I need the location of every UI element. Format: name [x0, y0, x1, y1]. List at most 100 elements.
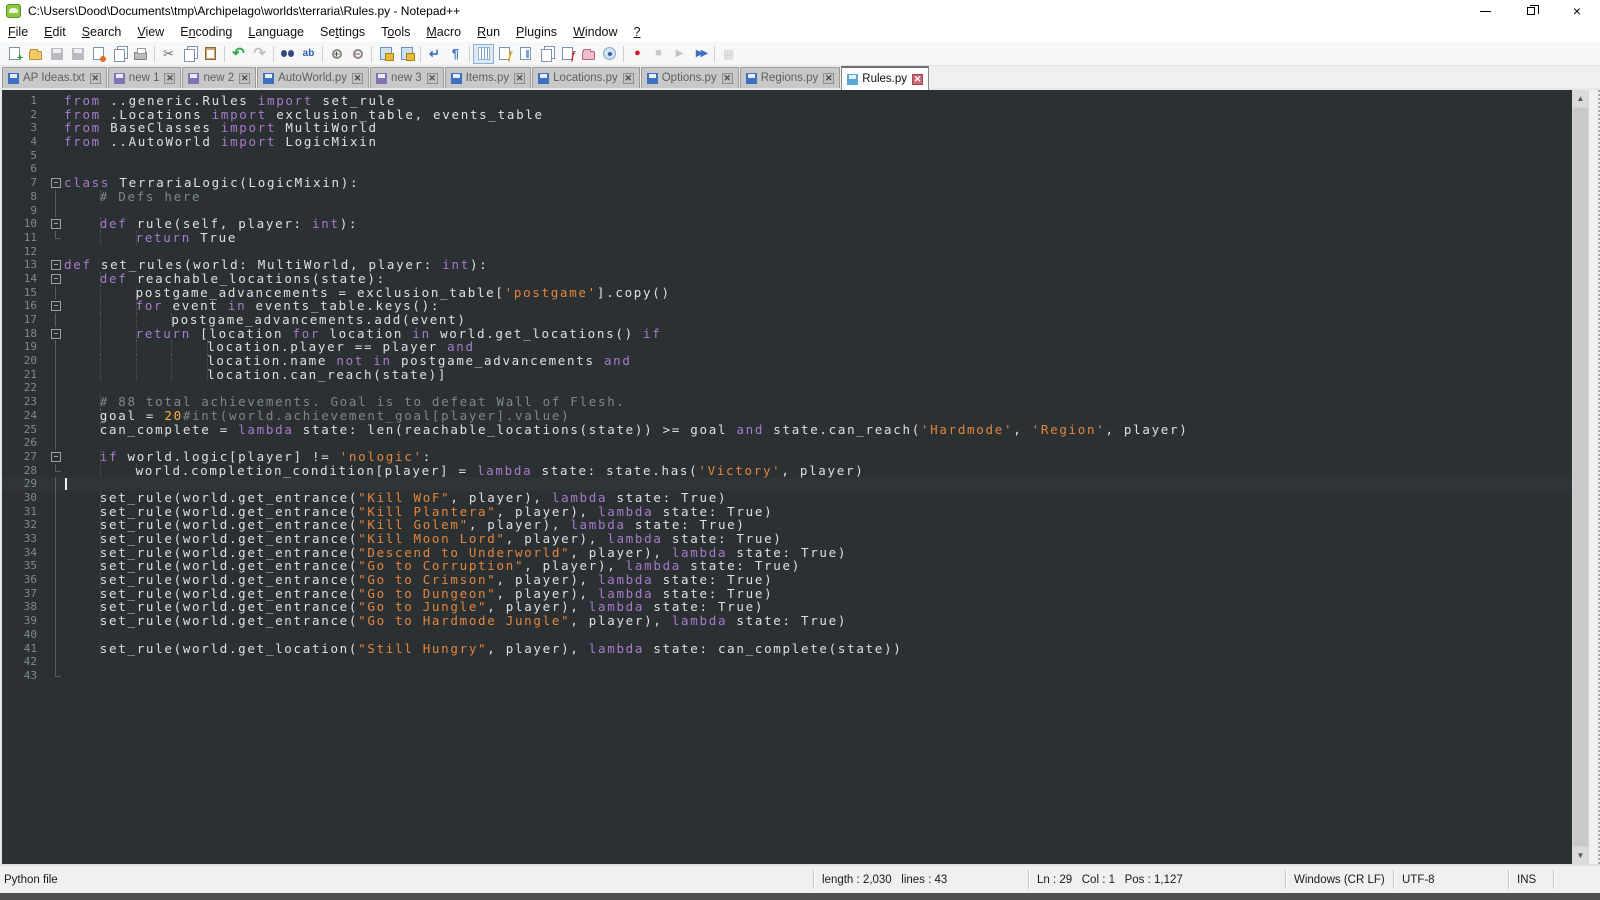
tab-close-icon[interactable]: ✕ — [164, 73, 175, 84]
title-bar: C:\Users\Dood\Documents\tmp\Archipelago\… — [0, 0, 1600, 22]
tab-locations-py[interactable]: Locations.py✕ — [532, 67, 640, 88]
menu-item-language[interactable]: Language — [240, 23, 312, 41]
scroll-down-arrow[interactable]: ▼ — [1572, 847, 1589, 864]
macro-save-icon[interactable]: ▦ — [718, 44, 739, 64]
menu-item-macro[interactable]: Macro — [418, 23, 469, 41]
macro-playback-icon[interactable]: ▶ — [669, 44, 690, 64]
document-map-icon[interactable] — [515, 44, 536, 64]
tab-ap-ideas-txt[interactable]: AP Ideas.txt✕ — [2, 67, 107, 88]
status-eol-format[interactable]: Windows (CR LF) — [1285, 870, 1393, 889]
fold-margin — [48, 135, 64, 149]
code-text — [64, 162, 1572, 176]
fold-collapse-icon[interactable] — [48, 258, 64, 272]
show-indent-guide-icon[interactable] — [473, 44, 494, 64]
status-encoding[interactable]: UTF-8 — [1393, 870, 1508, 889]
undo-icon[interactable]: ↶ — [228, 44, 249, 64]
zoom-out-icon[interactable]: − — [347, 44, 368, 64]
close-button[interactable]: × — [1554, 0, 1600, 22]
menu-item-view[interactable]: View — [129, 23, 172, 41]
menu-item-?[interactable]: ? — [626, 23, 649, 41]
zoom-in-icon[interactable]: + — [326, 44, 347, 64]
scrollbar-thumb[interactable] — [1572, 107, 1589, 847]
close-all-icon[interactable] — [109, 44, 130, 64]
macro-stop-icon[interactable]: ■ — [648, 44, 669, 64]
sync-vertical-scrolling-icon[interactable] — [375, 44, 396, 64]
tab-close-icon[interactable]: ✕ — [623, 73, 634, 84]
monitoring-icon[interactable] — [599, 44, 620, 64]
scroll-up-arrow[interactable]: ▲ — [1572, 90, 1589, 107]
code-line: 34set_rule(world.get_entrance("Descend t… — [2, 546, 1572, 560]
tab-close-icon[interactable]: ✕ — [722, 73, 733, 84]
paste-icon[interactable] — [200, 44, 221, 64]
tab-label: Items.py — [466, 72, 509, 84]
line-number: 6 — [2, 162, 48, 176]
code-line: 43 — [2, 669, 1572, 683]
code-text: return True — [64, 231, 1572, 245]
save-file-icon[interactable] — [46, 44, 67, 64]
document-list-icon[interactable] — [536, 44, 557, 64]
fold-margin — [48, 108, 64, 122]
function-list-icon[interactable]: ƒ — [494, 44, 515, 64]
line-number: 40 — [2, 628, 48, 642]
menu-item-edit[interactable]: Edit — [36, 23, 74, 41]
tab-items-py[interactable]: Items.py ✕ — [445, 67, 531, 88]
menu-item-plugins[interactable]: Plugins — [508, 23, 565, 41]
tab-close-icon[interactable]: ✕ — [514, 73, 525, 84]
menu-item-encoding[interactable]: Encoding — [172, 23, 240, 41]
tab-autoworld-py[interactable]: AutoWorld.py✕ — [257, 67, 369, 88]
fold-collapse-icon[interactable] — [48, 176, 64, 190]
function-signature-icon[interactable]: ƒ — [557, 44, 578, 64]
copy-icon[interactable] — [179, 44, 200, 64]
close-file-icon[interactable] — [88, 44, 109, 64]
menu-item-settings[interactable]: Settings — [312, 23, 373, 41]
menu-item-search[interactable]: Search — [74, 23, 130, 41]
print-icon[interactable] — [130, 44, 151, 64]
new-file-icon[interactable] — [4, 44, 25, 64]
vertical-scrollbar[interactable]: ▲ ▼ — [1572, 90, 1589, 864]
tab-new-1[interactable]: new 1✕ — [108, 67, 182, 88]
replace-icon[interactable]: ab — [298, 44, 319, 64]
redo-icon[interactable]: ↷ — [249, 44, 270, 64]
tab-close-icon[interactable]: ✕ — [912, 74, 923, 85]
tab-new-3[interactable]: new 3✕ — [370, 67, 444, 88]
status-insert-mode[interactable]: INS — [1508, 870, 1553, 889]
fold-margin — [48, 245, 64, 259]
macro-run-multiple-icon[interactable]: ▶▶ — [690, 44, 711, 64]
macro-record-icon[interactable]: ● — [627, 44, 648, 64]
code-editor[interactable]: 1from ..generic.Rules import set_rule2fr… — [2, 90, 1572, 864]
find-icon[interactable] — [277, 44, 298, 64]
tab-close-icon[interactable]: ✕ — [239, 73, 250, 84]
fold-collapse-icon[interactable] — [48, 217, 64, 231]
minimize-button[interactable] — [1462, 0, 1508, 22]
menu-item-window[interactable]: Window — [565, 23, 625, 41]
menu-item-file[interactable]: File — [0, 23, 36, 41]
sync-horizontal-scrolling-icon[interactable] — [396, 44, 417, 64]
code-line: 17postgame_advancements.add(event) — [2, 313, 1572, 327]
line-number: 15 — [2, 286, 48, 300]
tab-rules-py[interactable]: Rules.py✕ — [841, 66, 929, 90]
line-number: 42 — [2, 655, 48, 669]
tab-options-py[interactable]: Options.py✕ — [641, 67, 739, 88]
tab-close-icon[interactable]: ✕ — [352, 73, 363, 84]
save-all-icon[interactable] — [67, 44, 88, 64]
fold-collapse-icon[interactable] — [48, 450, 64, 464]
open-file-icon[interactable] — [25, 44, 46, 64]
fold-collapse-icon[interactable] — [48, 327, 64, 341]
tab-new-2[interactable]: new 2✕ — [182, 67, 256, 88]
tab-regions-py[interactable]: Regions.py ✕ — [740, 67, 841, 88]
show-all-characters-icon[interactable]: ¶ — [445, 44, 466, 64]
text-caret — [65, 478, 67, 490]
tab-close-icon[interactable]: ✕ — [90, 73, 101, 84]
cut-icon[interactable]: ✂ — [158, 44, 179, 64]
tab-label: Regions.py — [761, 72, 819, 84]
fold-collapse-icon[interactable] — [48, 299, 64, 313]
restore-button[interactable] — [1508, 0, 1554, 22]
menu-item-tools[interactable]: Tools — [373, 23, 418, 41]
tab-close-icon[interactable]: ✕ — [427, 73, 438, 84]
menu-item-run[interactable]: Run — [469, 23, 508, 41]
tab-close-icon[interactable]: ✕ — [823, 73, 834, 84]
fold-collapse-icon[interactable] — [48, 272, 64, 286]
folder-as-workspace-icon[interactable] — [578, 44, 599, 64]
word-wrap-icon[interactable]: ↵ — [424, 44, 445, 64]
code-text: class TerrariaLogic(LogicMixin): — [64, 176, 1572, 190]
